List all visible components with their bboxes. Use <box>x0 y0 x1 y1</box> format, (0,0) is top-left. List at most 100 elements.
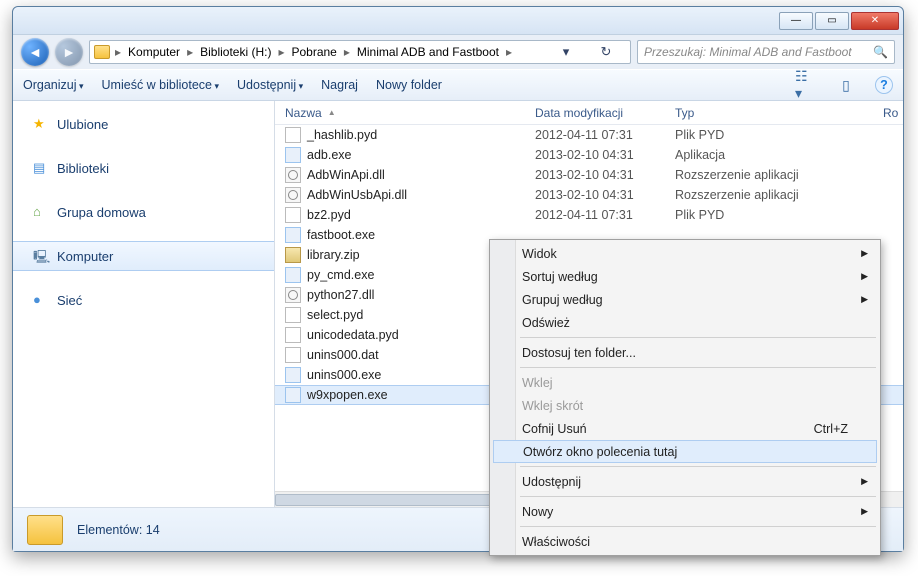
breadcrumb-item[interactable]: Pobrane <box>285 41 342 63</box>
ctx-paste: Wklej <box>492 371 878 394</box>
search-placeholder: Przeszukaj: Minimal ADB and Fastboot <box>644 45 852 59</box>
new-folder-button[interactable]: Nowy folder <box>376 78 442 92</box>
file-icon <box>285 307 301 323</box>
ctx-label: Wklej <box>522 376 553 390</box>
nav-back-button[interactable]: ◄ <box>21 38 49 66</box>
folder-icon <box>27 515 63 545</box>
navigation-pane[interactable]: ★ Ulubione ▤ Biblioteki ⌂ Grupa domowa 🖳… <box>13 101 275 507</box>
view-options-button[interactable]: ☷ ▾ <box>795 76 817 94</box>
file-row[interactable]: bz2.pyd2012-04-11 07:31Plik PYD <box>275 205 903 225</box>
file-name: select.pyd <box>307 308 363 322</box>
breadcrumb-item[interactable]: Biblioteki (H:) <box>194 41 277 63</box>
file-row[interactable]: AdbWinUsbApi.dll 2013-02-10 04:31Rozszerz… <box>275 185 903 205</box>
column-type[interactable]: Typ <box>675 106 883 120</box>
ctx-label: Grupuj według <box>522 293 603 307</box>
help-button[interactable]: ? <box>875 76 893 94</box>
nav-network[interactable]: ● Sieć <box>13 285 274 315</box>
file-icon <box>285 187 301 203</box>
ctx-open-command-window[interactable]: Otwórz okno polecenia tutaj <box>493 440 877 463</box>
column-headers[interactable]: Nazwa ▲ Data modyfikacji Typ Ro <box>275 101 903 125</box>
titlebar[interactable]: — ▭ ✕ <box>13 7 903 35</box>
ctx-group-by[interactable]: Grupuj według ▶ <box>492 288 878 311</box>
preview-pane-button[interactable]: ▯ <box>835 76 857 94</box>
include-in-library-button[interactable]: Umieść w bibliotece <box>102 78 220 92</box>
nav-forward-button[interactable]: ► <box>55 38 83 66</box>
ctx-label: Widok <box>522 247 557 261</box>
ctx-label: Cofnij Usuń <box>522 422 587 436</box>
submenu-arrow-icon: ▶ <box>861 294 868 305</box>
organize-button[interactable]: Organizuj <box>23 78 84 92</box>
file-name: w9xpopen.exe <box>307 388 388 402</box>
column-date[interactable]: Data modyfikacji <box>535 106 675 120</box>
file-icon <box>285 247 301 263</box>
share-button[interactable]: Udostępnij <box>237 78 303 92</box>
file-name: unins000.exe <box>307 368 381 382</box>
chevron-icon[interactable]: ▸ <box>343 41 351 63</box>
refresh-icon[interactable]: ↻ <box>586 44 626 60</box>
breadcrumb[interactable]: ▸ Komputer ▸ Biblioteki (H:) ▸ Pobrane ▸… <box>89 40 631 64</box>
file-date: 2013-02-10 04:31 <box>535 168 675 182</box>
file-icon <box>285 147 301 163</box>
chevron-icon[interactable]: ▸ <box>186 41 194 63</box>
file-name: unins000.dat <box>307 348 379 362</box>
chevron-icon[interactable]: ▸ <box>277 41 285 63</box>
file-name: fastboot.exe <box>307 228 375 242</box>
file-icon <box>285 127 301 143</box>
ctx-customize-folder[interactable]: Dostosuj ten folder... <box>492 341 878 364</box>
search-icon[interactable]: 🔍 <box>873 45 888 59</box>
shortcut-label: Ctrl+Z <box>814 422 848 436</box>
chevron-icon[interactable]: ▸ <box>505 41 513 63</box>
close-button[interactable]: ✕ <box>851 12 899 30</box>
nav-homegroup[interactable]: ⌂ Grupa domowa <box>13 197 274 227</box>
ctx-properties[interactable]: Właściwości <box>492 530 878 553</box>
file-date: 2013-02-10 04:31 <box>535 188 675 202</box>
separator <box>520 367 876 368</box>
search-input[interactable]: Przeszukaj: Minimal ADB and Fastboot 🔍 <box>637 40 895 64</box>
ctx-share[interactable]: Udostępnij ▶ <box>492 470 878 493</box>
ctx-view[interactable]: Widok▶ <box>492 242 878 265</box>
file-icon <box>285 207 301 223</box>
separator <box>520 466 876 467</box>
ctx-undo-delete[interactable]: Cofnij Usuń Ctrl+Z <box>492 417 878 440</box>
maximize-button[interactable]: ▭ <box>815 12 849 30</box>
submenu-arrow-icon: ▶ <box>861 476 868 487</box>
file-name: bz2.pyd <box>307 208 351 222</box>
item-count-label: Elementów: 14 <box>77 523 160 537</box>
ctx-paste-shortcut: Wklej skrót <box>492 394 878 417</box>
burn-button[interactable]: Nagraj <box>321 78 358 92</box>
file-row[interactable]: _hashlib.pyd2012-04-11 07:31Plik PYD <box>275 125 903 145</box>
ctx-sort-by[interactable]: Sortuj według▶ <box>492 265 878 288</box>
file-row[interactable]: AdbWinApi.dll2013-02-10 04:31Rozszerzeni… <box>275 165 903 185</box>
nav-label: Biblioteki <box>57 161 109 176</box>
ctx-label: Właściwości <box>522 535 590 549</box>
file-date: 2013-02-10 04:31 <box>535 148 675 162</box>
ctx-label: Dostosuj ten folder... <box>522 346 636 360</box>
nav-libraries[interactable]: ▤ Biblioteki <box>13 153 274 183</box>
file-name: AdbWinUsbApi.dll <box>307 188 407 202</box>
nav-favorites[interactable]: ★ Ulubione <box>13 109 274 139</box>
file-icon <box>285 267 301 283</box>
nav-computer[interactable]: 🖳 Komputer <box>13 241 274 271</box>
nav-label: Grupa domowa <box>57 205 146 220</box>
file-name: library.zip <box>307 248 360 262</box>
breadcrumb-item[interactable]: Minimal ADB and Fastboot <box>351 41 505 63</box>
ctx-label: Udostępnij <box>522 475 581 489</box>
ctx-new[interactable]: Nowy▶ <box>492 500 878 523</box>
file-date: 2012-04-11 07:31 <box>535 128 675 142</box>
nav-label: Ulubione <box>57 117 108 132</box>
chevron-icon[interactable]: ▸ <box>114 41 122 63</box>
breadcrumb-item[interactable]: Komputer <box>122 41 186 63</box>
file-type: Plik PYD <box>675 208 903 222</box>
sort-asc-icon: ▲ <box>328 108 336 117</box>
column-name[interactable]: Nazwa ▲ <box>285 106 535 120</box>
ctx-refresh[interactable]: Odśwież <box>492 311 878 334</box>
ctx-label: Wklej skrót <box>522 399 583 413</box>
context-menu[interactable]: Widok▶ Sortuj według▶ Grupuj według▶ Odś… <box>489 239 881 556</box>
file-type: Rozszerzenie aplikacji <box>675 188 903 202</box>
ctx-label: Otwórz okno polecenia tutaj <box>523 445 677 459</box>
dropdown-icon[interactable]: ▾ <box>546 44 586 60</box>
toolbar: Organizuj Umieść w bibliotece Udostępnij… <box>13 69 903 101</box>
file-row[interactable]: adb.exe2013-02-10 04:31Aplikacja <box>275 145 903 165</box>
minimize-button[interactable]: — <box>779 12 813 30</box>
column-size[interactable]: Ro <box>883 106 903 120</box>
